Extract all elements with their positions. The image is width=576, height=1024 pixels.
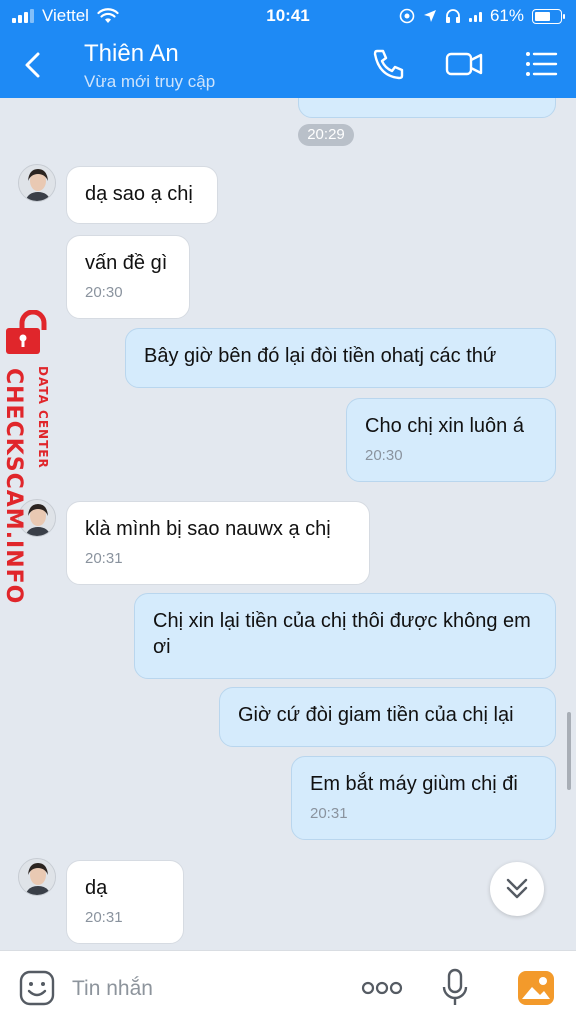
message-bubble-outgoing[interactable] <box>298 98 556 118</box>
screen-lock-icon <box>399 8 415 24</box>
message-time: 20:30 <box>85 284 123 301</box>
message-bubble-incoming[interactable]: dạ 20:31 <box>66 860 184 944</box>
headphones-icon <box>445 9 460 23</box>
message-text: klà mình bị sao nauwx ạ chị <box>85 518 331 540</box>
avatar[interactable] <box>18 858 56 896</box>
battery-percent: 61% <box>489 6 524 25</box>
message-bubble-outgoing[interactable]: Em bắt máy giùm chị đi 20:31 <box>291 756 556 840</box>
presence-status: Vừa mới truy cập <box>84 72 216 91</box>
time-divider: 20:29 <box>298 124 354 146</box>
message-input-bar: Tin nhắn <box>0 950 576 1024</box>
watermark-brand: CHECKSCAM.INFO <box>1 368 26 605</box>
microphone-icon[interactable] <box>440 967 470 1009</box>
scrollbar[interactable] <box>567 712 571 790</box>
message-bubble-outgoing[interactable]: Giờ cứ đòi giam tiền của chị lại <box>219 687 556 747</box>
cellular-icon <box>468 10 482 22</box>
message-text: Em bắt máy giùm chị đi <box>310 773 518 795</box>
double-chevron-down-icon <box>506 878 528 899</box>
chat-header: Thiên An Vừa mới truy cập <box>0 32 576 98</box>
message-time: 20:31 <box>310 805 348 822</box>
phone-call-icon[interactable] <box>368 46 408 82</box>
message-bubble-outgoing[interactable]: Bây giờ bên đó lại đòi tiền ohatj các th… <box>125 328 556 388</box>
message-text: vấn đề gì <box>85 252 168 274</box>
back-icon[interactable] <box>18 48 48 82</box>
top-bar: Viettel 10:41 61% Thiên An Vừa mới truy … <box>0 0 576 98</box>
message-text: Bây giờ bên đó lại đòi tiền ohatj các th… <box>144 345 497 367</box>
message-bubble-incoming[interactable]: dạ sao ạ chị <box>66 166 218 224</box>
message-time: 20:31 <box>85 909 123 926</box>
message-bubble-outgoing[interactable]: Chị xin lại tiền của chị thôi được không… <box>134 593 556 679</box>
watermark-subtitle: DATA CENTER <box>36 366 50 469</box>
menu-list-icon[interactable] <box>522 46 562 82</box>
location-icon <box>423 10 436 22</box>
message-bubble-incoming[interactable]: vấn đề gì 20:30 <box>66 235 190 319</box>
message-text: Cho chị xin luôn á <box>365 415 524 437</box>
avatar-icon <box>19 859 55 895</box>
avatar-icon <box>19 165 55 201</box>
message-text: dạ sao ạ chị <box>85 183 193 205</box>
sticker-icon[interactable] <box>18 969 56 1007</box>
lock-icon <box>6 310 47 354</box>
contact-name[interactable]: Thiên An <box>84 40 179 68</box>
message-text: Chị xin lại tiền của chị thôi được không… <box>153 610 531 658</box>
status-bar: Viettel 10:41 61% <box>0 0 576 32</box>
message-bubble-outgoing[interactable]: Cho chị xin luôn á 20:30 <box>346 398 556 482</box>
message-text: dạ <box>85 877 108 899</box>
message-bubble-incoming[interactable]: klà mình bị sao nauwx ạ chị 20:31 <box>66 501 370 585</box>
scroll-to-bottom-button[interactable] <box>490 862 544 916</box>
message-list[interactable]: 20:29 dạ sao ạ chị vấn đề gì 20:30 Bây g… <box>0 98 576 950</box>
message-text: Giờ cứ đòi giam tiền của chị lại <box>238 704 514 726</box>
battery-icon <box>532 8 565 24</box>
more-options-icon[interactable] <box>360 977 404 999</box>
image-gallery-icon[interactable] <box>516 969 556 1007</box>
avatar[interactable] <box>18 164 56 202</box>
video-call-icon[interactable] <box>444 46 484 82</box>
message-time: 20:30 <box>365 447 403 464</box>
message-time: 20:31 <box>85 550 123 567</box>
message-input[interactable]: Tin nhắn <box>72 977 153 1001</box>
